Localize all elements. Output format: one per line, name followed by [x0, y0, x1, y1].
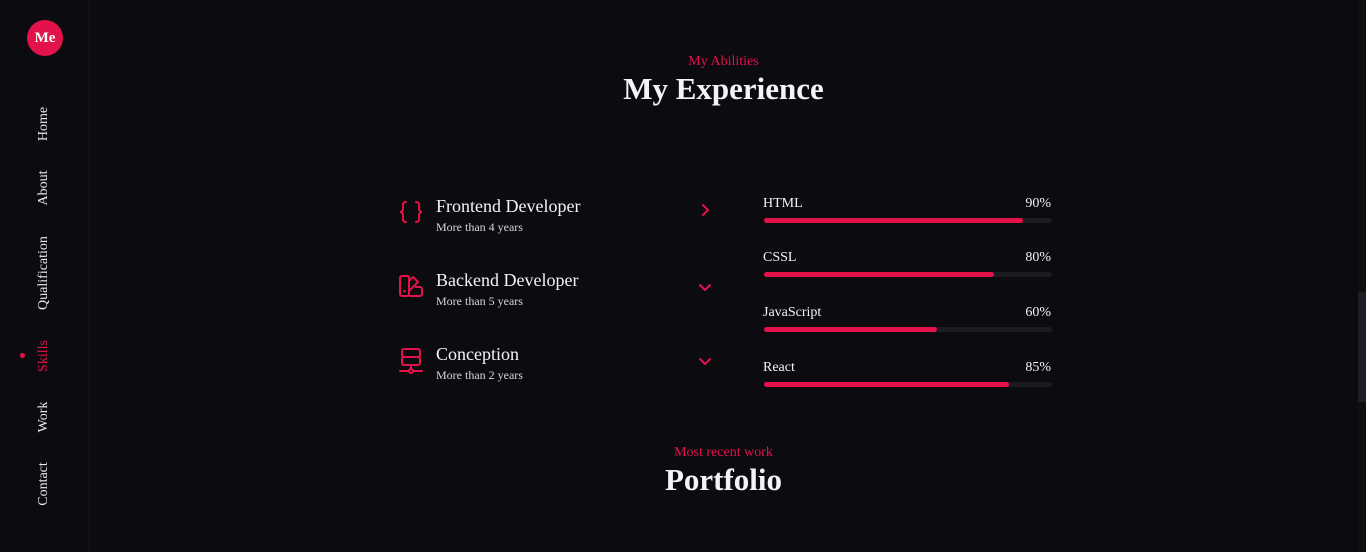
portfolio-title: Portfolio — [664, 462, 783, 497]
scrollbar-track[interactable] — [1358, 0, 1366, 552]
server-icon — [399, 348, 423, 374]
logo-button[interactable]: Me — [27, 20, 63, 56]
skill-name: React — [763, 360, 795, 375]
nav-item-about[interactable]: About — [36, 171, 52, 206]
qualification-title: Backend Developer — [436, 270, 579, 290]
qualification-frontend[interactable]: Frontend Developer More than 4 years — [397, 196, 717, 240]
skill-cssl: CSSL 80% — [763, 250, 1052, 286]
skill-html: HTML 90% — [763, 196, 1052, 232]
skill-name: HTML — [763, 196, 803, 211]
nav-item-skills[interactable]: Skills — [36, 340, 52, 372]
swatchbook-icon — [399, 275, 423, 297]
qualification-title: Frontend Developer — [436, 196, 581, 216]
qualification-conception[interactable]: Conception More than 2 years — [397, 344, 717, 388]
experience-title: My Experience — [623, 71, 824, 106]
qualification-title: Conception — [436, 344, 519, 364]
chevron-down-icon[interactable] — [697, 353, 713, 369]
skill-bar-fill — [764, 382, 1009, 387]
braces-icon — [399, 201, 423, 223]
skill-percent: 60% — [1025, 305, 1051, 320]
skill-name: JavaScript — [763, 305, 822, 320]
skill-javascript: JavaScript 60% — [763, 305, 1052, 341]
portfolio-subtitle: Most recent work — [674, 445, 773, 460]
skill-percent: 80% — [1025, 250, 1051, 265]
chevron-down-icon[interactable] — [697, 279, 713, 295]
nav-item-qualification[interactable]: Qualification — [36, 236, 52, 310]
skill-bar-track — [764, 327, 1052, 332]
experience-subtitle: My Abilities — [688, 54, 759, 69]
skill-bar-track — [764, 382, 1052, 387]
qualification-subtitle: More than 4 years — [436, 220, 523, 234]
skill-bar-fill — [764, 272, 995, 277]
nav-item-work[interactable]: Work — [36, 402, 52, 433]
skill-percent: 90% — [1025, 196, 1051, 211]
skill-bar-track — [764, 218, 1052, 223]
qualification-backend[interactable]: Backend Developer More than 5 years — [397, 270, 717, 314]
skill-name: CSSL — [763, 250, 797, 265]
skill-percent: 85% — [1025, 360, 1051, 375]
skill-bar-fill — [764, 327, 937, 332]
active-indicator-dot — [20, 353, 25, 358]
scrollbar-thumb[interactable] — [1358, 292, 1366, 402]
skill-react: React 85% — [763, 360, 1052, 396]
nav-item-home[interactable]: Home — [36, 107, 52, 141]
qualification-subtitle: More than 2 years — [436, 368, 523, 382]
skill-bar-fill — [764, 218, 1024, 223]
skill-bar-track — [764, 272, 1052, 277]
chevron-right-icon[interactable] — [697, 202, 713, 218]
qualification-subtitle: More than 5 years — [436, 294, 523, 308]
